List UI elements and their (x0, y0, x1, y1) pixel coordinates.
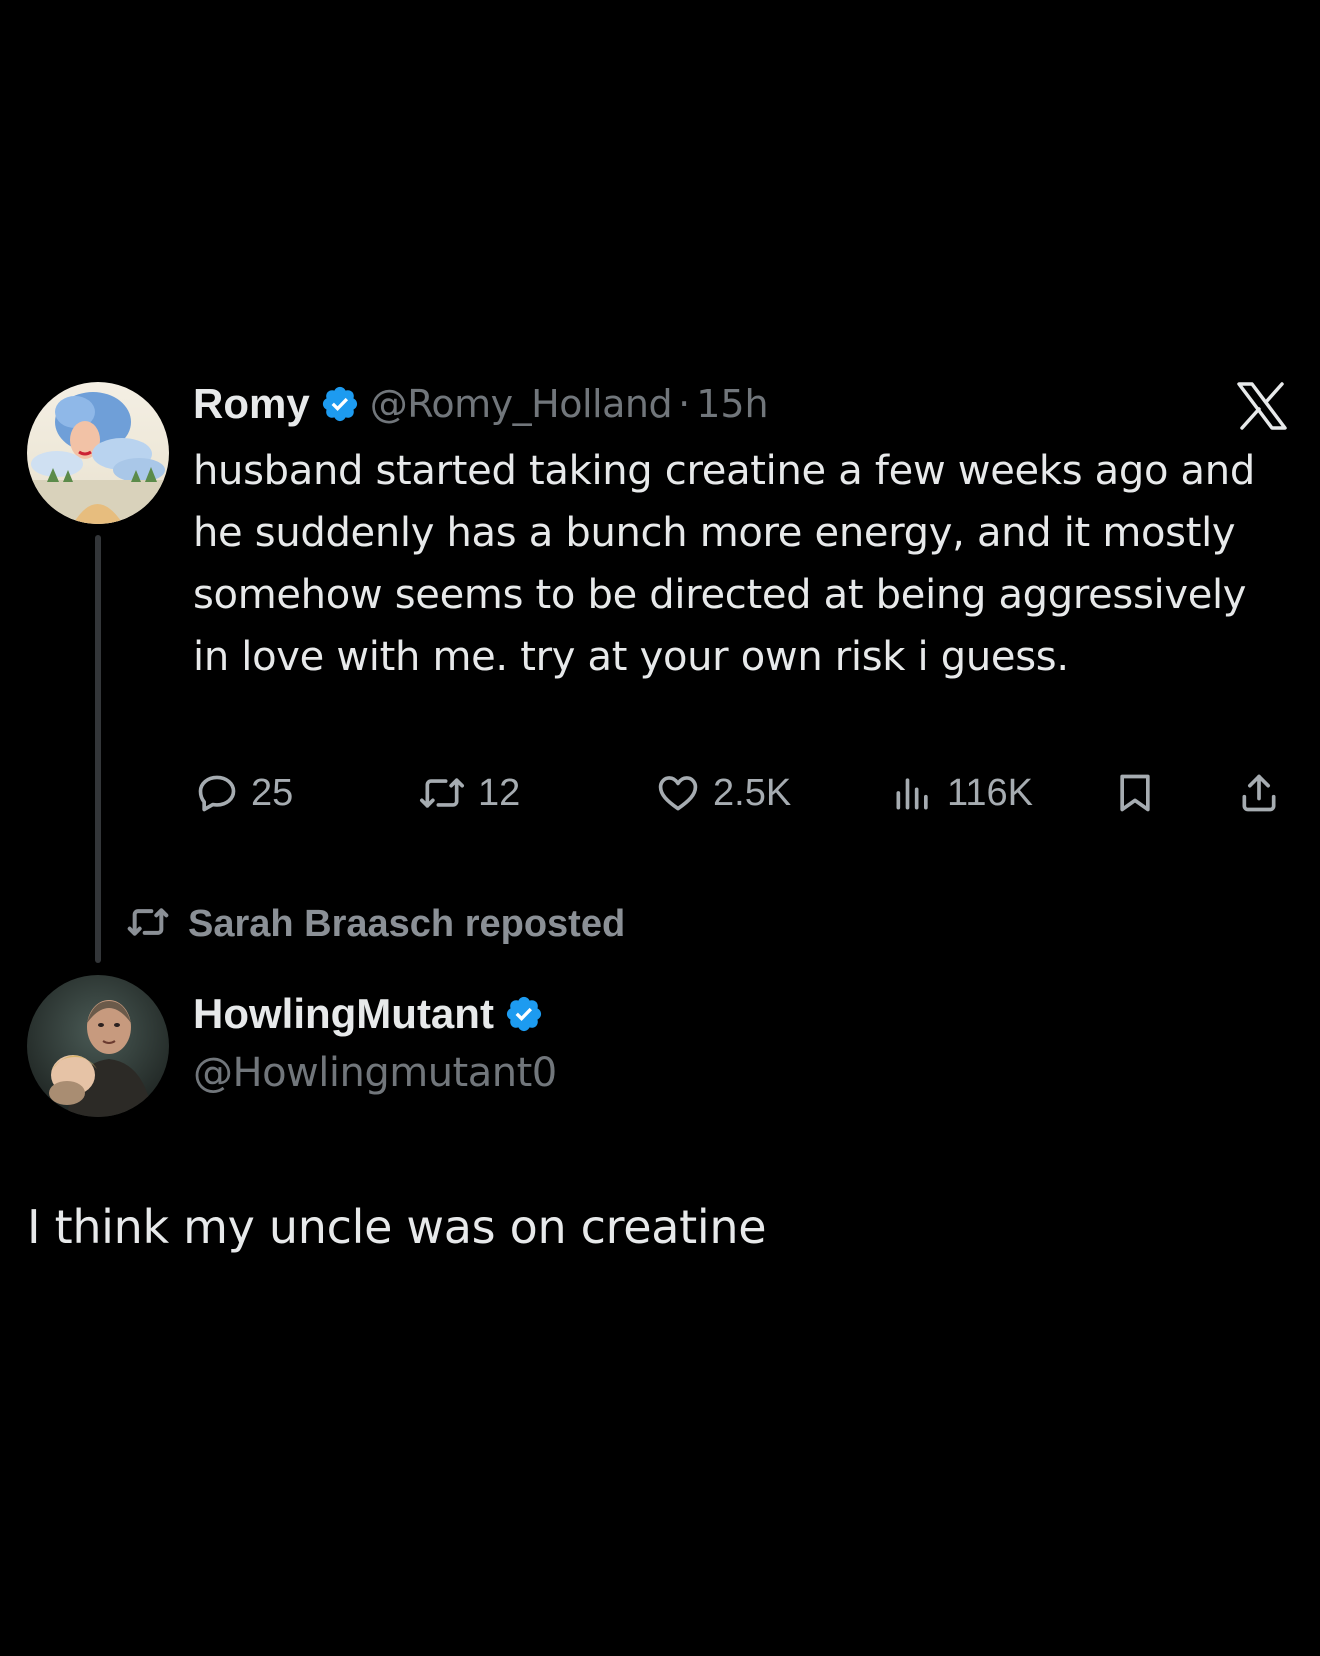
avatar-howlingmutant[interactable] (27, 975, 169, 1117)
repost-icon (418, 771, 466, 815)
repost-count: 12 (478, 771, 521, 814)
verified-badge-icon (320, 384, 360, 424)
bookmark-button[interactable] (1113, 765, 1157, 821)
like-button[interactable]: 2.5K (655, 765, 791, 821)
avatar-howlingmutant-image (27, 975, 169, 1117)
repost-button[interactable]: 12 (418, 765, 520, 821)
repost-attribution[interactable]: Sarah Braasch reposted (126, 896, 625, 952)
share-icon (1237, 770, 1281, 816)
tweet-body-text: husband started taking creatine a few we… (193, 448, 1255, 680)
tweet-header: Romy @Romy_Holland · 15h (193, 376, 769, 432)
reply-bubble-icon (195, 771, 239, 815)
thread-connector-line (95, 535, 101, 963)
views-count: 116K (947, 771, 1033, 814)
reply-body-text: I think my uncle was on creatine (27, 1200, 767, 1254)
x-logo-icon (1236, 382, 1288, 430)
verified-badge-icon (504, 994, 544, 1034)
views-bar-chart-icon (891, 771, 935, 815)
heart-icon (655, 771, 701, 815)
bookmark-icon (1113, 770, 1157, 816)
views-button[interactable]: 116K (891, 765, 1033, 821)
reply-count: 25 (251, 771, 294, 814)
avatar-romy-image (27, 382, 169, 524)
tweet-timestamp[interactable]: 15h (696, 382, 768, 426)
reply-header: HowlingMutant (193, 986, 554, 1042)
repost-icon (126, 902, 170, 946)
reply-button[interactable]: 25 (195, 765, 293, 821)
share-button[interactable] (1237, 765, 1281, 821)
header-separator: · (678, 382, 691, 426)
like-count: 2.5K (713, 771, 792, 814)
avatar-romy[interactable] (27, 382, 169, 524)
tweet-action-bar: 25 12 2.5K 116K (193, 765, 1293, 821)
author-display-name[interactable]: Romy (193, 380, 310, 428)
author-handle[interactable]: @Romy_Holland (370, 382, 673, 426)
reply-author-display-name[interactable]: HowlingMutant (193, 990, 494, 1038)
repost-attribution-label: Sarah Braasch reposted (188, 902, 626, 945)
reply-author-handle[interactable]: @Howlingmutant0 (193, 1050, 557, 1096)
